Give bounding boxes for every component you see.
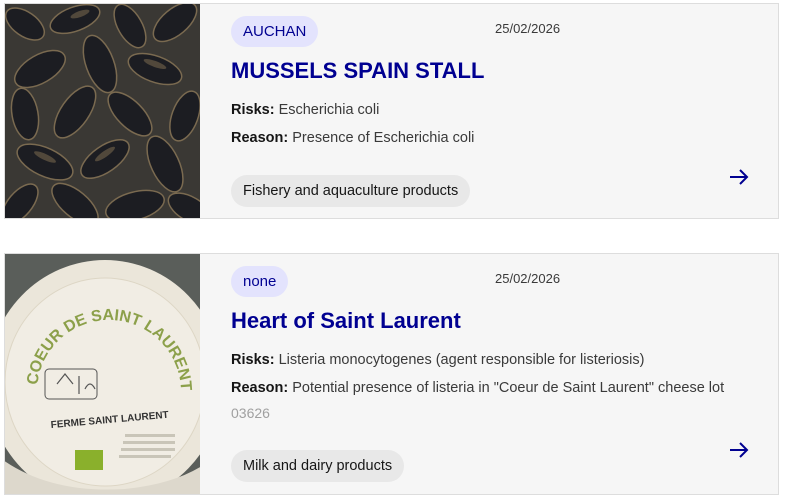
recall-card[interactable]: COEUR DE SAINT LAURENT FERME SAINT LAURE…	[4, 253, 779, 495]
brand-tag: AUCHAN	[231, 16, 319, 47]
reason-label: Reason:	[231, 380, 289, 396]
risks-line: Risks: Escherichia coli	[231, 102, 379, 118]
risks-value: Escherichia coli	[278, 102, 380, 118]
publication-date: 25/02/2026	[495, 21, 561, 36]
category-tag: Milk and dairy products	[231, 450, 405, 482]
reason-line: Reason: Potential presence of listeria i…	[231, 380, 724, 396]
recall-card[interactable]: AUCHAN 25/02/2026 MUSSELS SPAIN STALL Ri…	[4, 3, 779, 219]
category-tag: Fishery and aquaculture products	[231, 175, 471, 207]
arrow-right-icon[interactable]	[727, 438, 751, 462]
reason-value: Presence of Escherichia coli	[292, 130, 475, 146]
publication-date: 25/02/2026	[495, 271, 561, 286]
product-image-mussels	[5, 4, 200, 218]
card-title[interactable]: MUSSELS SPAIN STALL	[231, 58, 484, 84]
brand-tag: none	[231, 266, 289, 297]
risks-value: Listeria monocytogenes (agent responsibl…	[278, 352, 645, 368]
arrow-right-icon[interactable]	[727, 165, 751, 189]
risks-label: Risks:	[231, 102, 275, 118]
card-title[interactable]: Heart of Saint Laurent	[231, 308, 461, 334]
reason-overflow-text: 03626	[231, 405, 270, 421]
reason-label: Reason:	[231, 130, 289, 146]
risks-line: Risks: Listeria monocytogenes (agent res…	[231, 352, 644, 368]
reason-value: Potential presence of listeria in "Coeur…	[292, 380, 725, 396]
product-image-cheese: COEUR DE SAINT LAURENT FERME SAINT LAURE…	[5, 254, 200, 494]
reason-line: Reason: Presence of Escherichia coli	[231, 130, 474, 146]
risks-label: Risks:	[231, 352, 275, 368]
